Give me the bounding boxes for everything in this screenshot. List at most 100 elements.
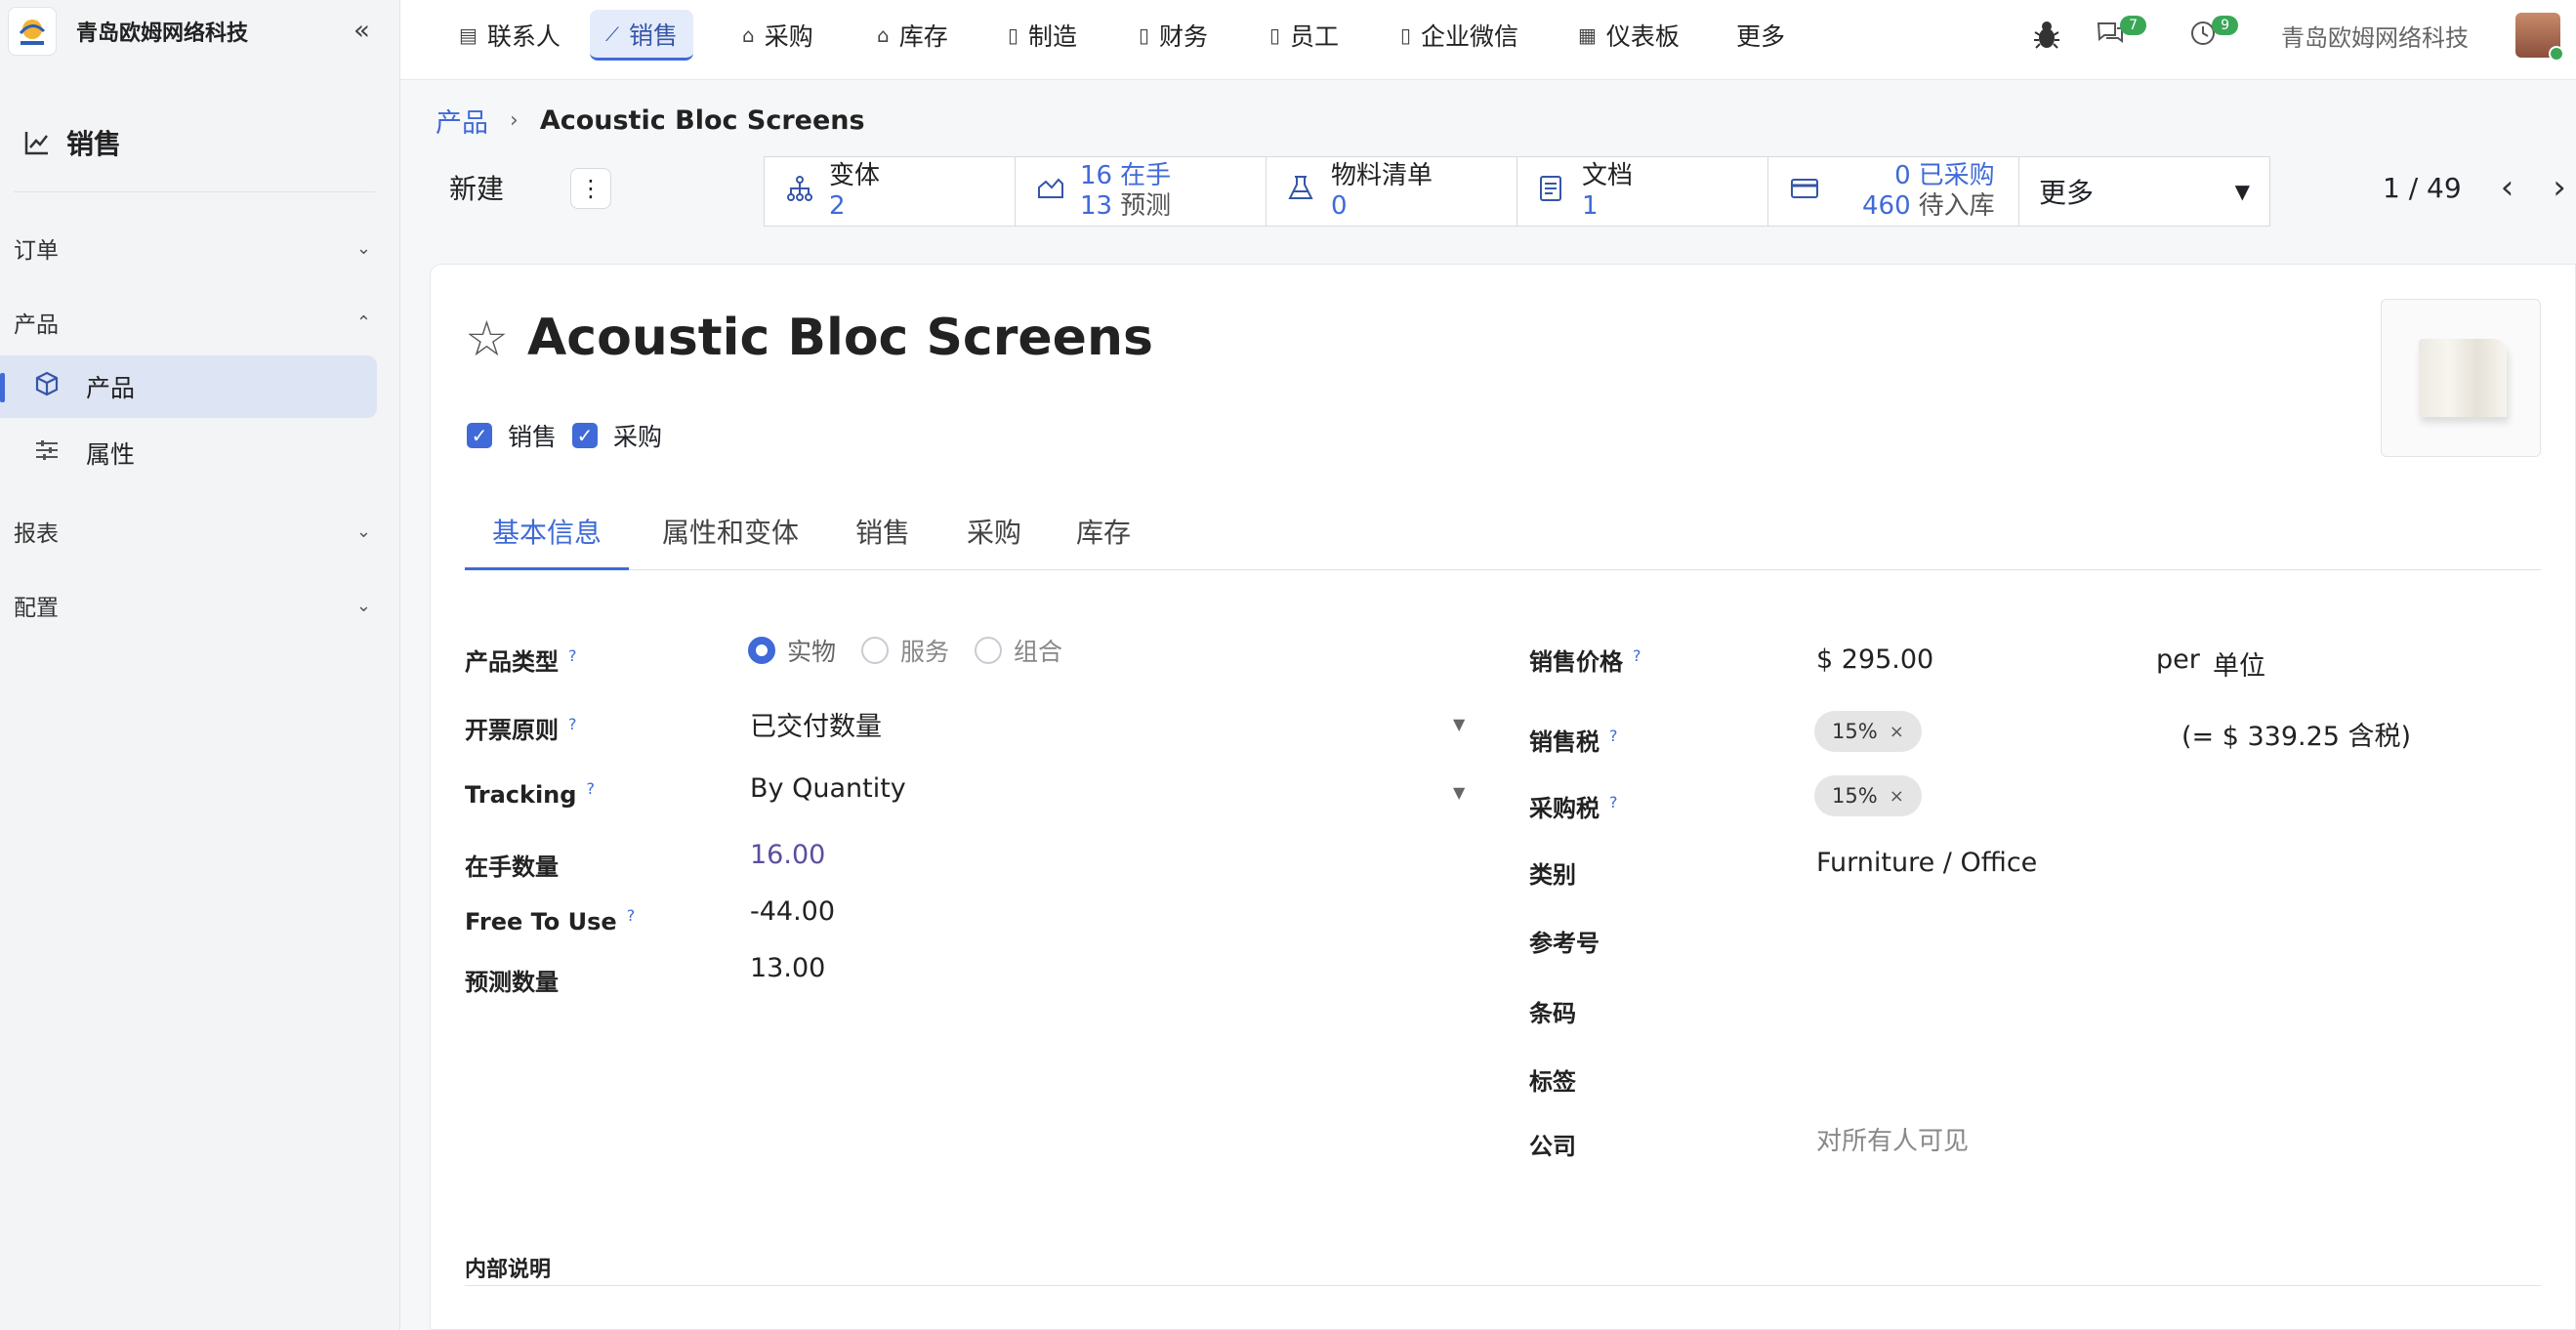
user-menu[interactable] bbox=[2515, 8, 2564, 62]
tab-general-info[interactable]: 基本信息 bbox=[465, 512, 630, 570]
cube-icon bbox=[33, 370, 72, 403]
purchase-tax-tag[interactable]: 15% × bbox=[1814, 775, 1922, 816]
radio-unchecked-icon bbox=[975, 637, 1003, 664]
free-to-use-value: -44.00 bbox=[750, 896, 836, 927]
nav-sales[interactable]: ⟋ 销售 bbox=[590, 10, 694, 61]
form-tabs: 基本信息 属性和变体 销售 采购 库存 bbox=[465, 506, 2541, 570]
messages-badge: 7 bbox=[2120, 16, 2146, 35]
nav-purchase[interactable]: ⌂ 采购 bbox=[727, 10, 829, 61]
breadcrumb-current: Acoustic Bloc Screens bbox=[539, 105, 865, 136]
nav-employees[interactable]: ▯ 员工 bbox=[1254, 10, 1354, 61]
sidebar-item-products-label: 产品 bbox=[86, 374, 136, 402]
purchase-tax-label: 采购税? bbox=[1529, 793, 1618, 822]
company-logo bbox=[8, 7, 57, 56]
sales-price-input[interactable]: $ 295.00 bbox=[1816, 644, 1933, 675]
chevron-up-icon: ⌃ bbox=[355, 312, 371, 333]
smart-button-more[interactable]: 更多 ▼ bbox=[2019, 157, 2269, 226]
radio-combo[interactable]: 组合 bbox=[975, 633, 1062, 668]
nav-dashboard[interactable]: ▦ 仪表板 bbox=[1562, 10, 1695, 61]
internal-notes-divider bbox=[465, 1285, 2541, 1286]
previous-record-icon[interactable]: ‹ bbox=[2501, 168, 2514, 207]
nav-inventory-label: 库存 bbox=[898, 22, 948, 51]
tab-sales[interactable]: 销售 bbox=[828, 512, 937, 570]
radio-unchecked-icon bbox=[861, 637, 890, 664]
can-be-purchased-label: 采购 bbox=[613, 423, 663, 451]
clock-icon: 9 bbox=[2189, 16, 2238, 51]
barcode-input[interactable] bbox=[1816, 986, 2402, 1021]
purchased-value: 0 bbox=[1894, 161, 1911, 190]
sidebar-item-attributes[interactable]: 属性 bbox=[0, 422, 377, 484]
company-input[interactable]: 对所有人可见 bbox=[1816, 1121, 1969, 1157]
qty-on-hand-value[interactable]: 16.00 bbox=[750, 840, 825, 870]
smart-button-bom[interactable]: 物料清单 0 bbox=[1267, 157, 1517, 226]
nav-accounting[interactable]: ▯ 财务 bbox=[1123, 10, 1224, 61]
tab-purchase[interactable]: 采购 bbox=[939, 512, 1049, 570]
documents-label: 文档 bbox=[1582, 161, 1634, 190]
grid-icon: ▦ bbox=[1578, 23, 1597, 47]
debug-icon[interactable] bbox=[2031, 8, 2062, 62]
contact-card-icon: ▤ bbox=[459, 23, 478, 47]
messages-button[interactable]: 7 bbox=[2096, 8, 2146, 62]
credit-card-icon bbox=[1790, 177, 1833, 207]
pager-value[interactable]: 1 / 49 bbox=[2383, 172, 2462, 204]
sidebar-item-products[interactable]: 产品 bbox=[0, 355, 377, 418]
breadcrumb-products-link[interactable]: 产品 bbox=[436, 102, 488, 140]
bom-count: 0 bbox=[1331, 191, 1348, 221]
category-label: 类别 bbox=[1529, 861, 1576, 889]
smart-button-variants[interactable]: 变体 2 bbox=[765, 157, 1016, 226]
nav-more[interactable]: 更多 bbox=[1721, 10, 1801, 61]
forecast-qty-value: 13.00 bbox=[750, 953, 826, 983]
section-config[interactable]: 配置 ⌄ bbox=[14, 586, 375, 625]
reference-label: 参考号 bbox=[1529, 930, 1600, 957]
radio-goods-label: 实物 bbox=[787, 638, 837, 666]
documents-count: 1 bbox=[1582, 191, 1599, 221]
product-image[interactable] bbox=[2381, 299, 2541, 457]
smart-button-documents[interactable]: 文档 1 bbox=[1517, 157, 1768, 226]
product-name[interactable]: Acoustic Bloc Screens bbox=[527, 309, 1153, 367]
new-button[interactable]: 新建 bbox=[449, 168, 504, 207]
nav-contacts[interactable]: ▤ 联系人 bbox=[443, 10, 576, 61]
smart-button-purchase[interactable]: 0 已采购 460 待入库 bbox=[1768, 157, 2019, 226]
chevron-down-icon: ⌄ bbox=[355, 520, 371, 542]
reference-input[interactable] bbox=[1816, 918, 2402, 953]
tags-input[interactable] bbox=[1816, 1055, 2402, 1090]
company-switcher[interactable]: 青岛欧姆网络科技 bbox=[2281, 8, 2469, 62]
can-be-sold-label: 销售 bbox=[508, 423, 558, 451]
can-be-purchased-checkbox[interactable]: ✓ 采购 bbox=[572, 418, 662, 453]
remove-tag-icon[interactable]: × bbox=[1890, 786, 1904, 807]
product-type-label: 产品类型? bbox=[465, 646, 577, 676]
sales-tax-tag[interactable]: 15% × bbox=[1814, 711, 1922, 752]
nav-manufacturing[interactable]: ▯ 制造 bbox=[992, 10, 1093, 61]
nav-wecom-label: 企业微信 bbox=[1421, 22, 1519, 51]
per-label: per bbox=[2156, 644, 2200, 675]
caret-down-icon[interactable]: ▼ bbox=[1453, 715, 1465, 733]
activities-button[interactable]: 9 bbox=[2189, 8, 2238, 62]
smart-buttons: 变体 2 16 在手 13 预测 物料清单 0 文档 1 0 已采购 460 待… bbox=[764, 156, 2270, 227]
radio-service[interactable]: 服务 bbox=[861, 633, 949, 668]
brand[interactable]: 青岛欧姆网络科技 bbox=[8, 4, 398, 59]
help-icon: ? bbox=[1609, 727, 1618, 745]
collapse-sidebar-icon[interactable]: « bbox=[353, 14, 370, 46]
section-reports[interactable]: 报表 ⌄ bbox=[14, 512, 375, 551]
actions-menu-button[interactable]: ⋮ bbox=[570, 168, 611, 209]
tab-inventory[interactable]: 库存 bbox=[1049, 512, 1158, 570]
nav-wecom[interactable]: ▯ 企业微信 bbox=[1385, 10, 1534, 61]
radio-goods[interactable]: 实物 bbox=[748, 633, 836, 668]
nav-inventory[interactable]: ⌂ 库存 bbox=[861, 10, 964, 61]
tab-attributes-variants[interactable]: 属性和变体 bbox=[635, 512, 826, 570]
avatar bbox=[2515, 13, 2564, 62]
favorite-star-icon[interactable]: ☆ bbox=[465, 311, 509, 367]
section-orders[interactable]: 订单 ⌄ bbox=[14, 229, 375, 268]
next-record-icon[interactable]: › bbox=[2553, 168, 2566, 207]
section-products[interactable]: 产品 ⌃ bbox=[14, 303, 375, 342]
sidebar: 青岛欧姆网络科技 « 销售 订单 ⌄ 产品 ⌃ 产品 属性 报表 ⌄ 配置 ⌄ bbox=[0, 0, 400, 1330]
remove-tag-icon[interactable]: × bbox=[1890, 722, 1904, 742]
can-be-sold-checkbox[interactable]: ✓ 销售 bbox=[467, 418, 557, 453]
tracking-select[interactable]: By Quantity bbox=[750, 773, 906, 804]
smart-button-stock[interactable]: 16 在手 13 预测 bbox=[1016, 157, 1267, 226]
category-value[interactable]: Furniture / Office bbox=[1816, 848, 2037, 878]
help-icon: ? bbox=[568, 646, 577, 665]
caret-down-icon[interactable]: ▼ bbox=[1453, 783, 1465, 802]
invoice-policy-select[interactable]: 已交付数量 bbox=[750, 705, 882, 743]
radio-checked-icon bbox=[748, 637, 775, 664]
